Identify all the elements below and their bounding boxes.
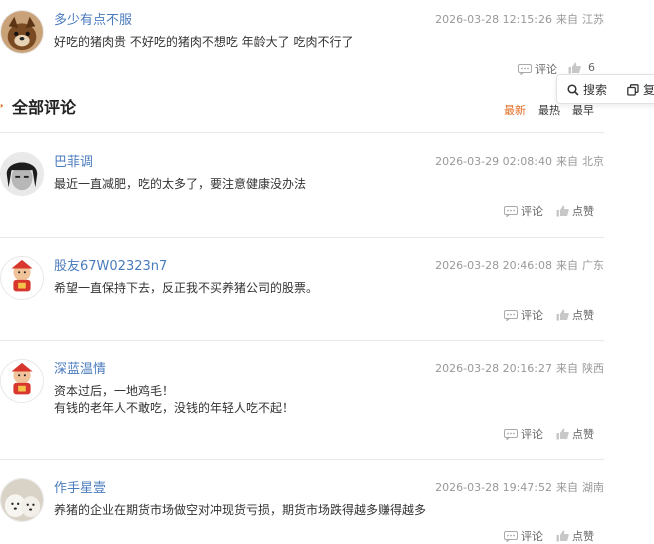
- avatar[interactable]: [0, 152, 44, 196]
- comment-timestamp: 2026-03-28 12:15:26: [435, 13, 552, 26]
- comment-text: 最近一直减肥，吃的太多了，要注意健康没办法: [54, 176, 594, 193]
- like-label: 点赞: [572, 309, 594, 322]
- comment-timestamp: 2026-03-28 20:46:08: [435, 259, 552, 272]
- reply-label: 评论: [521, 428, 543, 441]
- floating-toolbar: 搜索 复: [556, 74, 654, 104]
- reply-button[interactable]: 评论: [504, 426, 543, 442]
- from-label: 来自: [556, 481, 578, 494]
- comment-item: 股友67W02323n7 2026-03-28 20:46:08 来自 广东 希望一…: [0, 238, 604, 340]
- like-label: 点赞: [572, 428, 594, 441]
- thumbs-up-icon: [556, 428, 569, 440]
- copy-label: 复: [643, 83, 654, 97]
- reply-button[interactable]: 评论: [504, 528, 543, 544]
- comment-timestamp: 2026-03-28 20:16:27: [435, 362, 552, 375]
- comment-text-line: 最近一直减肥，吃的太多了，要注意健康没办法: [54, 177, 307, 191]
- like-count: 6: [588, 61, 595, 74]
- search-button[interactable]: 搜索: [567, 81, 607, 98]
- reply-label: 评论: [521, 309, 543, 322]
- comment-text-line: 希望一直保持下去，反正我不买养猪公司的股票。: [54, 281, 319, 295]
- like-button[interactable]: 点赞: [556, 307, 594, 323]
- reply-label: 评论: [521, 530, 543, 543]
- comment-location: 北京: [582, 155, 604, 168]
- thumbs-up-icon: [556, 309, 569, 321]
- comment-timestamp: 2026-03-29 02:08:40: [435, 155, 552, 168]
- like-button[interactable]: 点赞: [556, 426, 594, 442]
- like-button[interactable]: 点赞: [556, 203, 594, 219]
- reply-button[interactable]: 评论: [518, 61, 557, 77]
- comment-text: 好吃的猪肉贵 不好吃的猪肉不想吃 年龄大了 吃肉不行了: [54, 35, 354, 49]
- comment-item: 多少有点不服 2026-03-28 12:15:26 来自 江苏 好吃的猪肉贵 不好…: [0, 0, 604, 88]
- from-label: 来自: [556, 362, 578, 375]
- comment-location: 江苏: [582, 13, 604, 26]
- section-marker-icon: [0, 104, 4, 108]
- username-link[interactable]: 股友67W02323n7: [54, 255, 167, 274]
- comment-location: 陕西: [582, 362, 604, 375]
- comment-text-line: 资本过后，一地鸡毛！: [54, 384, 175, 398]
- comment-meta: 2026-03-28 20:46:08 来自 广东: [435, 257, 604, 273]
- like-button[interactable]: 点赞: [556, 528, 594, 544]
- sort-earliest-tab[interactable]: 最早: [572, 102, 594, 118]
- avatar[interactable]: [0, 256, 44, 300]
- sort-latest-tab[interactable]: 最新: [504, 102, 526, 118]
- section-title: 全部评论: [0, 94, 76, 118]
- comment-meta: 2026-03-28 20:16:27 来自 陕西: [435, 360, 604, 376]
- comment-item: 作手星壹 2026-03-28 19:47:52 来自 湖南 养猪的企业在期货市场做…: [0, 460, 604, 543]
- thumbs-up-icon: [556, 205, 569, 217]
- username-link[interactable]: 作手星壹: [54, 477, 106, 496]
- comment-timestamp: 2026-03-28 19:47:52: [435, 481, 552, 494]
- like-label: 点赞: [572, 530, 594, 543]
- like-button[interactable]: 6: [568, 61, 595, 74]
- comment-icon: [518, 63, 532, 75]
- copy-button[interactable]: 复: [627, 81, 654, 98]
- comment-meta: 2026-03-28 12:15:26 来自 江苏: [435, 11, 604, 27]
- thumbs-up-icon: [556, 530, 569, 542]
- like-label: 点赞: [572, 205, 594, 218]
- from-label: 来自: [556, 155, 578, 168]
- reply-label: 评论: [535, 63, 557, 76]
- username-link[interactable]: 深蓝温情: [54, 358, 106, 377]
- search-label: 搜索: [583, 83, 608, 97]
- avatar[interactable]: [0, 10, 44, 54]
- from-label: 来自: [556, 13, 578, 26]
- comment-text: 养猪的企业在期货市场做空对冲现货亏损，期货市场跌得越多赚得越多: [54, 502, 594, 519]
- comment-text: 资本过后，一地鸡毛！ 有钱的老年人不敢吃，没钱的年轻人吃不起！: [54, 383, 594, 417]
- username-link[interactable]: 巴菲调: [54, 151, 93, 170]
- comment-meta: 2026-03-29 02:08:40 来自 北京: [435, 153, 604, 169]
- comment-icon: [504, 205, 518, 217]
- comment-icon: [504, 309, 518, 321]
- copy-icon: [627, 83, 639, 96]
- comment-text-line: 养猪的企业在期货市场做空对冲现货亏损，期货市场跌得越多赚得越多: [54, 503, 427, 517]
- section-title-text: 全部评论: [12, 98, 77, 117]
- avatar[interactable]: [0, 359, 44, 403]
- from-label: 来自: [556, 259, 578, 272]
- comment-location: 广东: [582, 259, 604, 272]
- comment-item: 深蓝温情 2026-03-28 20:16:27 来自 陕西 资本过后，一地鸡毛！ …: [0, 341, 604, 460]
- sort-hot-tab[interactable]: 最热: [538, 102, 560, 118]
- comment-icon: [504, 428, 518, 440]
- thumbs-up-icon: [568, 62, 581, 73]
- avatar[interactable]: [0, 478, 44, 522]
- search-icon: [567, 83, 579, 96]
- comment-location: 湖南: [582, 481, 604, 494]
- reply-button[interactable]: 评论: [504, 307, 543, 323]
- comment-item: 巴菲调 2026-03-29 02:08:40 来自 北京 最近一直减肥，吃的太多了…: [0, 133, 604, 237]
- comment-text: 希望一直保持下去，反正我不买养猪公司的股票。: [54, 280, 594, 297]
- comment-text-line: 有钱的老年人不敢吃，没钱的年轻人吃不起！: [54, 401, 295, 415]
- comment-meta: 2026-03-28 19:47:52 来自 湖南: [435, 479, 604, 495]
- reply-button[interactable]: 评论: [504, 203, 543, 219]
- username-link[interactable]: 多少有点不服: [54, 9, 132, 28]
- reply-label: 评论: [521, 205, 543, 218]
